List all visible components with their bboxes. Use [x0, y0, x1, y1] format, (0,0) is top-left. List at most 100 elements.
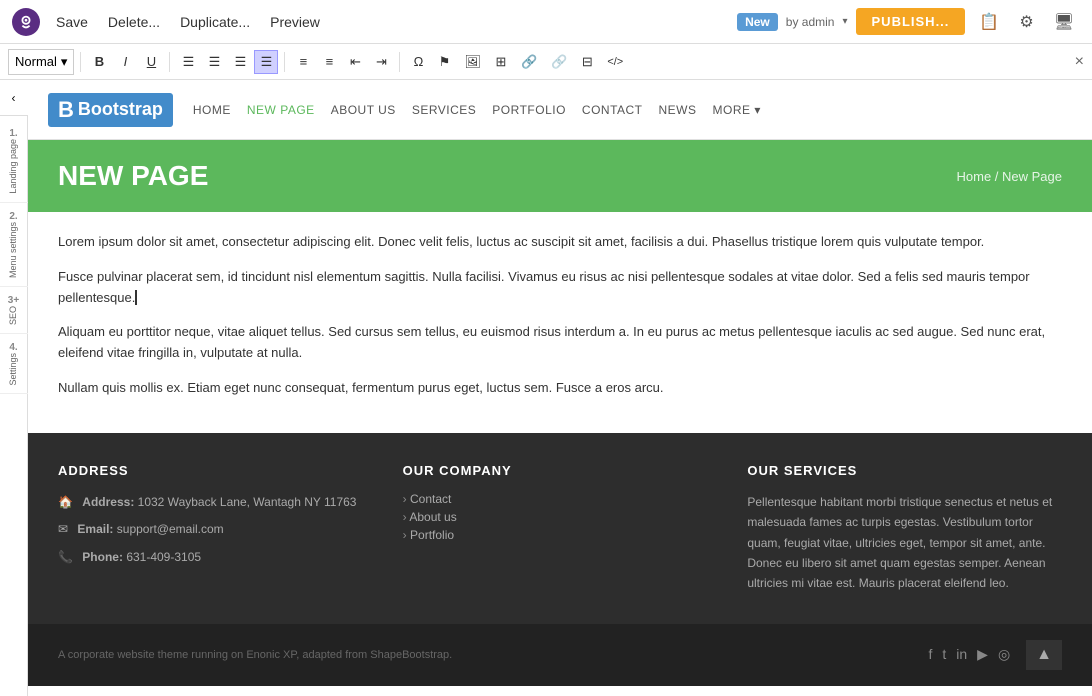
- toolbar-separator-4: [399, 52, 400, 72]
- status-badge: New: [737, 13, 778, 31]
- sidebar-item-settings[interactable]: 4. Settings: [0, 334, 28, 395]
- footer-address-line: 🏠 Address: 1032 Wayback Lane, Wantagh NY…: [58, 492, 373, 514]
- page-title: New Page: [58, 160, 208, 192]
- align-justify-button[interactable]: ☰: [254, 50, 278, 74]
- footer-section: ADDRESS 🏠 Address: 1032 Wayback Lane, Wa…: [28, 433, 1092, 624]
- sidebar-item-number-1: 1.: [9, 128, 17, 139]
- link-button[interactable]: 🔗: [515, 50, 543, 74]
- sidebar-item-label-2: Menu settings: [8, 222, 19, 278]
- breadcrumb: Home / New Page: [957, 169, 1063, 184]
- align-left-button[interactable]: ☰: [176, 50, 200, 74]
- sidebar-item-number-3: 3+: [8, 295, 19, 306]
- unlink-button[interactable]: 🔗: [545, 50, 573, 74]
- footer-company-col: OUR COMPANY Contact About us Portfolio: [403, 463, 718, 594]
- toolbar-separator-2: [169, 52, 170, 72]
- main-layout: ‹ 1. Landing page 2. Menu settings 3+ SE…: [0, 80, 1092, 696]
- flag-button[interactable]: ⚑: [432, 50, 456, 74]
- text-cursor: [135, 290, 141, 305]
- bootstrap-logo-icon: B: [58, 97, 74, 123]
- facebook-icon[interactable]: f: [928, 646, 932, 663]
- back-to-top-button[interactable]: ▲: [1026, 640, 1062, 670]
- footer-link-contact[interactable]: Contact: [403, 492, 718, 506]
- align-right-button[interactable]: ☰: [228, 50, 252, 74]
- footer-phone-line: 📞 Phone: 631-409-3105: [58, 547, 373, 569]
- italic-button[interactable]: I: [113, 50, 137, 74]
- content-paragraph-2: Fusce pulvinar placerat sem, id tincidun…: [58, 267, 1062, 309]
- format-arrow: ▾: [61, 54, 68, 70]
- table2-button[interactable]: ⊟: [575, 50, 599, 74]
- status-dropdown-arrow[interactable]: ▾: [842, 16, 847, 27]
- footer-address-title: ADDRESS: [58, 463, 373, 478]
- indent-less-button[interactable]: ⇤: [343, 50, 367, 74]
- nav-link-news[interactable]: NEWS: [659, 103, 697, 117]
- toolbar-separator-3: [284, 52, 285, 72]
- delete-button[interactable]: Delete...: [100, 10, 168, 34]
- footer-services-text: Pellentesque habitant morbi tristique se…: [747, 492, 1062, 594]
- preview-button[interactable]: Preview: [262, 10, 328, 34]
- table-insert-button[interactable]: ⊞: [489, 50, 513, 74]
- clipboard-icon-button[interactable]: 📋: [973, 8, 1005, 36]
- bootstrap-nav: B Bootstrap HOME NEW PAGE ABOUT US SERVI…: [28, 80, 1092, 140]
- special-char-button[interactable]: Ω: [406, 50, 430, 74]
- sidebar-item-seo[interactable]: 3+ SEO: [0, 287, 28, 334]
- footer-link-about[interactable]: About us: [403, 510, 718, 524]
- bullet-list-button[interactable]: ≡: [291, 50, 315, 74]
- footer-company-title: OUR COMPANY: [403, 463, 718, 478]
- footer-copyright: A corporate website theme running on Eno…: [58, 649, 928, 661]
- content-paragraph-4: Nullam quis mollis ex. Etiam eget nunc c…: [58, 378, 1062, 399]
- hero-section: New Page Home / New Page: [28, 140, 1092, 212]
- sidebar-item-label-4: Settings: [8, 353, 19, 386]
- nav-link-services[interactable]: SERVICES: [412, 103, 476, 117]
- settings-icon-button[interactable]: ⚙: [1013, 8, 1039, 36]
- top-bar-right: New by admin ▾ PUBLISH... 📋 ⚙ 🖥: [737, 8, 1080, 36]
- page-sidebar: 1. Landing page 2. Menu settings 3+ SEO …: [0, 116, 28, 394]
- twitter-icon[interactable]: t: [942, 646, 946, 663]
- ordered-list-button[interactable]: ≡: [317, 50, 341, 74]
- footer-services-title: OUR SERVICES: [747, 463, 1062, 478]
- toolbar-close-button[interactable]: ×: [1075, 53, 1084, 71]
- app-logo: [12, 8, 40, 36]
- linkedin-icon[interactable]: in: [956, 646, 967, 663]
- bootstrap-logo: B Bootstrap: [48, 93, 173, 127]
- content-area: B Bootstrap HOME NEW PAGE ABOUT US SERVI…: [28, 80, 1092, 696]
- duplicate-button[interactable]: Duplicate...: [172, 10, 258, 34]
- phone-icon: 📞: [58, 550, 73, 564]
- sidebar-item-label-3: SEO: [8, 306, 19, 325]
- content-paragraph-3: Aliquam eu porttitor neque, vitae alique…: [58, 322, 1062, 364]
- footer-services-col: OUR SERVICES Pellentesque habitant morbi…: [747, 463, 1062, 594]
- save-button[interactable]: Save: [48, 10, 96, 34]
- author-label: by admin: [786, 15, 835, 29]
- nav-link-contact[interactable]: CONTACT: [582, 103, 643, 117]
- image-button[interactable]: 🖼: [458, 50, 487, 74]
- monitor-icon-button[interactable]: 🖥: [1048, 8, 1080, 36]
- format-dropdown[interactable]: Normal ▾: [8, 49, 74, 75]
- underline-button[interactable]: U: [139, 50, 163, 74]
- instagram-icon[interactable]: ◎: [998, 646, 1010, 663]
- top-bar: Save Delete... Duplicate... Preview New …: [0, 0, 1092, 44]
- bootstrap-logo-text: Bootstrap: [78, 99, 163, 120]
- sidebar-item-landing[interactable]: 1. Landing page: [0, 120, 28, 203]
- align-center-button[interactable]: ☰: [202, 50, 226, 74]
- sidebar-item-label-1: Landing page: [8, 139, 19, 194]
- nav-link-about[interactable]: ABOUT US: [331, 103, 396, 117]
- toolbar-separator-1: [80, 52, 81, 72]
- home-icon: 🏠: [58, 495, 73, 509]
- publish-button[interactable]: PUBLISH...: [856, 8, 966, 35]
- format-value: Normal: [15, 54, 57, 69]
- nav-link-more[interactable]: MORE ▾: [713, 103, 761, 117]
- sidebar-item-menu[interactable]: 2. Menu settings: [0, 203, 28, 287]
- left-sidebar: ‹ 1. Landing page 2. Menu settings 3+ SE…: [0, 80, 28, 696]
- sidebar-toggle[interactable]: ‹: [0, 80, 28, 116]
- indent-more-button[interactable]: ⇥: [369, 50, 393, 74]
- main-content[interactable]: Lorem ipsum dolor sit amet, consectetur …: [28, 212, 1092, 433]
- footer-link-portfolio[interactable]: Portfolio: [403, 528, 718, 542]
- bold-button[interactable]: B: [87, 50, 111, 74]
- nav-link-newpage[interactable]: NEW PAGE: [247, 103, 315, 117]
- nav-link-home[interactable]: HOME: [193, 103, 231, 117]
- top-bar-actions: Save Delete... Duplicate... Preview: [48, 10, 328, 34]
- content-paragraph-1: Lorem ipsum dolor sit amet, consectetur …: [58, 232, 1062, 253]
- nav-link-portfolio[interactable]: PORTFOLIO: [492, 103, 566, 117]
- footer-email-line: ✉ Email: support@email.com: [58, 519, 373, 541]
- code-button[interactable]: </>: [601, 50, 629, 74]
- youtube-icon[interactable]: ▶: [977, 646, 988, 663]
